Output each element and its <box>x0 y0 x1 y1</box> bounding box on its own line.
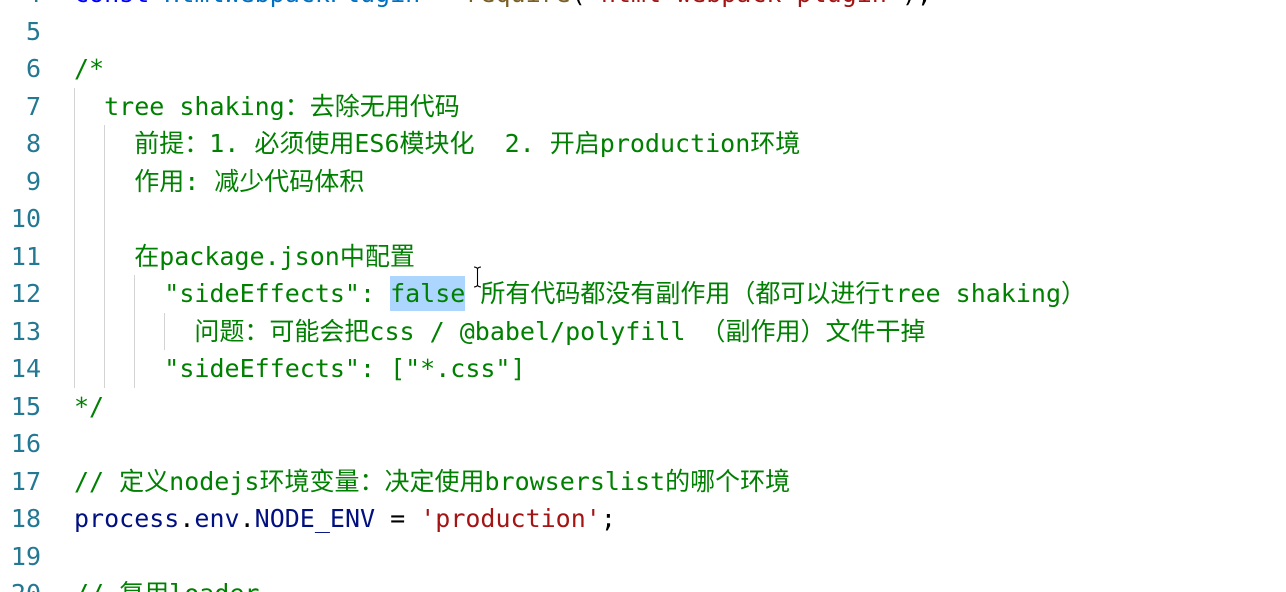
variable-token[interactable]: process <box>74 504 179 533</box>
code-line[interactable]: 20 // 复用loader <box>0 575 1286 592</box>
code-line[interactable]: 8 前提：1. 必须使用ES6模块化 2. 开启production环境 <box>0 125 1286 163</box>
line-number[interactable]: 17 <box>0 463 41 501</box>
code-line[interactable]: 18 process.env.NODE_ENV = 'production'; <box>0 500 1286 538</box>
code-editor[interactable]: 4 const HtmlWebpackPlugin = require('htm… <box>0 0 1286 592</box>
code-line[interactable]: 10 <box>0 200 1286 238</box>
line-number[interactable]: 10 <box>0 200 41 238</box>
code-line[interactable]: 5 <box>0 13 1286 51</box>
constant-token[interactable]: HtmlWebpackPlugin <box>149 0 420 8</box>
line-number[interactable]: 16 <box>0 425 41 463</box>
comment-text[interactable]: /* <box>74 50 104 88</box>
comment-text[interactable]: 问题：可能会把css / @babel/polyfill （副作用）文件干掉 <box>74 313 925 351</box>
punctuation-token[interactable]: . <box>240 504 255 533</box>
keyword-token[interactable]: const <box>74 0 149 8</box>
line-number[interactable]: 8 <box>0 125 41 163</box>
line-number[interactable]: 20 <box>0 575 41 592</box>
comment-text[interactable]: "sideEffects": <box>74 279 390 308</box>
code-line[interactable]: 14 "sideEffects": ["*.css"] <box>0 350 1286 388</box>
punctuation-token[interactable]: ); <box>902 0 932 8</box>
property-token[interactable]: NODE_ENV <box>255 504 375 533</box>
string-token[interactable]: 'production' <box>420 504 601 533</box>
line-number[interactable]: 14 <box>0 350 41 388</box>
line-number[interactable]: 5 <box>0 13 41 51</box>
line-content[interactable]: process.env.NODE_ENV = 'production'; <box>74 500 616 538</box>
line-number[interactable]: 18 <box>0 500 41 538</box>
code-line[interactable]: 17 // 定义nodejs环境变量：决定使用browserslist的哪个环境 <box>0 463 1286 501</box>
code-line[interactable]: 16 <box>0 425 1286 463</box>
line-number[interactable]: 15 <box>0 388 41 426</box>
code-line[interactable]: 7 tree shaking：去除无用代码 <box>0 88 1286 126</box>
comment-text[interactable]: // 定义nodejs环境变量：决定使用browserslist的哪个环境 <box>74 463 790 501</box>
code-lines[interactable]: 4 const HtmlWebpackPlugin = require('htm… <box>0 0 1286 592</box>
code-line[interactable]: 19 <box>0 538 1286 576</box>
comment-text[interactable]: 前提：1. 必须使用ES6模块化 2. 开启production环境 <box>74 125 800 163</box>
line-number[interactable]: 7 <box>0 88 41 126</box>
punctuation-token[interactable]: . <box>179 504 194 533</box>
code-line[interactable]: 6 /* <box>0 50 1286 88</box>
comment-text[interactable]: 在package.json中配置 <box>74 238 415 276</box>
comment-text[interactable]: 作用: 减少代码体积 <box>74 163 364 201</box>
selected-text[interactable]: false <box>390 276 466 311</box>
operator-token[interactable]: = <box>375 504 420 533</box>
comment-text[interactable]: // 复用loader <box>74 575 259 592</box>
string-token[interactable]: 'html-webpack-plugin' <box>586 0 902 8</box>
line-content[interactable]: const HtmlWebpackPlugin = require('html-… <box>74 0 932 13</box>
line-number[interactable]: 13 <box>0 313 41 351</box>
function-token[interactable]: require <box>465 0 570 8</box>
line-number[interactable]: 19 <box>0 538 41 576</box>
comment-text[interactable]: 所有代码都没有副作用（都可以进行tree shaking） <box>465 279 1086 308</box>
code-line[interactable]: 4 const HtmlWebpackPlugin = require('htm… <box>0 0 1286 13</box>
operator-token[interactable]: = <box>420 0 465 8</box>
comment-text[interactable]: tree shaking：去除无用代码 <box>74 88 460 126</box>
code-line[interactable]: 9 作用: 减少代码体积 <box>0 163 1286 201</box>
punctuation-token[interactable]: ; <box>601 504 616 533</box>
property-token[interactable]: env <box>194 504 239 533</box>
punctuation-token[interactable]: ( <box>571 0 586 8</box>
line-number[interactable]: 11 <box>0 238 41 276</box>
code-line[interactable]: 13 问题：可能会把css / @babel/polyfill （副作用）文件干… <box>0 313 1286 351</box>
line-number[interactable]: 6 <box>0 50 41 88</box>
line-number[interactable]: 9 <box>0 163 41 201</box>
code-line[interactable]: 12 "sideEffects": false 所有代码都没有副作用（都可以进行… <box>0 275 1286 313</box>
code-line[interactable]: 15 */ <box>0 388 1286 426</box>
comment-text[interactable]: */ <box>74 388 104 426</box>
i-beam-cursor-icon <box>473 266 482 288</box>
line-number[interactable]: 4 <box>0 0 41 13</box>
line-number[interactable]: 12 <box>0 275 41 313</box>
code-line[interactable]: 11 在package.json中配置 <box>0 238 1286 276</box>
comment-text[interactable]: "sideEffects": ["*.css"] <box>74 350 525 388</box>
line-content[interactable]: "sideEffects": false 所有代码都没有副作用（都可以进行tre… <box>74 275 1086 313</box>
